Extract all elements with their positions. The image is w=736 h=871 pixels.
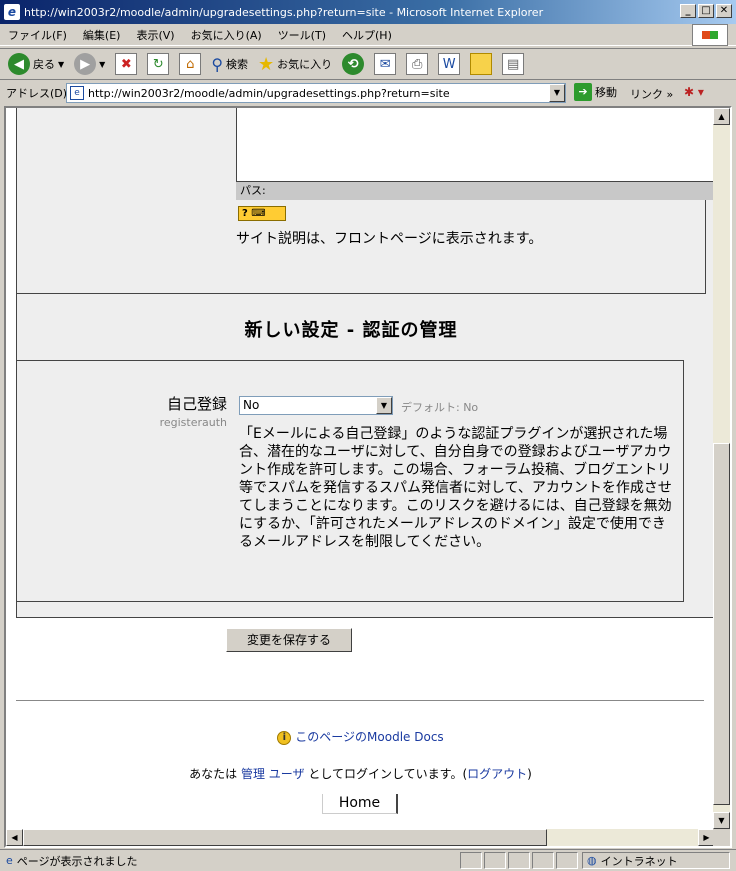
page-status-icon: e (6, 854, 13, 867)
title-bar: e http://win2003r2/moodle/admin/upgrades… (0, 0, 736, 24)
chevron-down-icon: ▼ (376, 397, 392, 414)
menu-view[interactable]: 表示(V) (136, 27, 174, 43)
scrollbar-corner (713, 829, 730, 846)
links-button[interactable]: リンク » (630, 86, 673, 102)
registerauth-select[interactable]: No ▼ (239, 396, 393, 415)
maximize-button[interactable]: □ (698, 4, 714, 18)
vertical-scrollbar[interactable]: ▲ ▼ (713, 108, 730, 829)
mail-icon[interactable]: ✉ (374, 53, 397, 75)
status-cell (484, 852, 506, 869)
docs-line: i このページのMoodle Docs (6, 728, 715, 745)
print-icon[interactable]: ⎙ (406, 53, 429, 75)
status-cell (460, 852, 482, 869)
menu-edit[interactable]: 編集(E) (83, 27, 121, 43)
help-badge-text: ? (242, 208, 252, 219)
edit-icon[interactable]: W (438, 53, 461, 75)
ie-icon: e (4, 4, 20, 20)
go-button[interactable]: ➔ 移動 (574, 83, 617, 101)
save-changes-button[interactable]: 変更を保存する (226, 628, 352, 652)
toolbar: ◀ 戻る ▼ ▶ ▼ ✖ ↻ ⌂ ⚲ 検索 ★ お気に入り ⟲ ✉ ⎙ W ▤ (0, 48, 736, 80)
research-icon[interactable]: ▤ (502, 53, 525, 75)
status-bar: e ページが表示されました ◍ イントラネット (0, 849, 736, 871)
setting-label: 自己登録 registerauth (27, 393, 227, 429)
info-icon: i (277, 730, 292, 745)
menu-bar: ファイル(F) 編集(E) 表示(V) お気に入り(A) ツール(T) ヘルプ(… (0, 24, 736, 46)
menu-tools[interactable]: ツール(T) (278, 27, 326, 43)
forward-button[interactable]: ▶ ▼ (74, 53, 105, 75)
select-value: No (243, 398, 260, 412)
divider (16, 700, 704, 701)
status-cells (460, 852, 578, 869)
refresh-icon[interactable]: ↻ (147, 53, 170, 75)
status-cell (508, 852, 530, 869)
section-title: 新しい設定 - 認証の管理 (244, 320, 458, 341)
search-label: 検索 (226, 58, 249, 71)
extension-icon[interactable]: ✱ ▾ (684, 85, 704, 99)
keyboard-help-icon[interactable]: ? ⌨ (238, 206, 286, 221)
search-icon: ⚲ (211, 54, 224, 74)
setting-name: 自己登録 (166, 395, 227, 413)
login-suffix: ) (527, 767, 532, 781)
scroll-up-icon[interactable]: ▲ (713, 108, 730, 125)
logout-link[interactable]: ログアウト (467, 767, 527, 781)
close-button[interactable]: ✕ (716, 4, 732, 18)
status-cell (532, 852, 554, 869)
vertical-scroll-thumb[interactable] (713, 443, 730, 805)
history-icon[interactable]: ⟲ (342, 53, 365, 75)
page-icon: e (70, 86, 84, 100)
menu-file[interactable]: ファイル(F) (8, 27, 67, 43)
scroll-left-icon[interactable]: ◀ (6, 829, 23, 846)
browser-viewport: パス: ? ⌨ サイト説明は、フロントページに表示されます。 新しい設定 - 認… (4, 106, 732, 848)
auth-settings-fieldset: 自己登録 registerauth No ▼ デフォルト: No 「Eメールによ… (16, 360, 684, 602)
favorites-button[interactable]: ★ お気に入り (258, 54, 332, 75)
favorites-label: お気に入り (277, 58, 333, 71)
address-input[interactable]: e http://win2003r2/moodle/admin/upgrades… (66, 83, 566, 103)
login-prefix: あなたは (189, 767, 241, 781)
star-icon: ★ (258, 53, 275, 75)
notes-icon[interactable] (470, 53, 493, 75)
html-editor[interactable] (236, 108, 716, 182)
address-dropdown-icon[interactable]: ▼ (549, 84, 565, 102)
default-value: デフォルト: No (401, 401, 479, 414)
address-bar: アドレス(D) e http://win2003r2/moodle/admin/… (0, 81, 736, 105)
menu-help[interactable]: ヘルプ(H) (342, 27, 392, 43)
horizontal-scroll-thumb[interactable] (23, 829, 547, 846)
setting-description: 「Eメールによる自己登録」のような認証プラグインが選択された場合、潜在的なユーザ… (239, 426, 672, 550)
login-info: あなたは 管理 ユーザ としてログインしています。(ログアウト) (6, 765, 715, 782)
address-label: アドレス(D) (6, 87, 68, 100)
back-arrow-icon: ◀ (8, 53, 30, 75)
site-description-text: サイト説明は、フロントページに表示されます。 (236, 231, 543, 247)
user-profile-link[interactable]: 管理 ユーザ (241, 767, 305, 781)
horizontal-scrollbar[interactable]: ◀ ▶ (6, 829, 715, 846)
address-url: http://win2003r2/moodle/admin/upgradeset… (88, 86, 450, 100)
page-content: パス: ? ⌨ サイト説明は、フロントページに表示されます。 新しい設定 - 認… (6, 108, 716, 829)
scroll-down-icon[interactable]: ▼ (713, 812, 730, 829)
home-icon[interactable]: ⌂ (179, 53, 202, 75)
editor-path-bar: パス: (236, 182, 716, 200)
home-link[interactable]: Home (322, 794, 398, 814)
go-label: 移動 (595, 86, 617, 99)
minimize-button[interactable]: _ (680, 4, 696, 18)
stop-icon[interactable]: ✖ (115, 53, 138, 75)
moodle-docs-link[interactable]: このページのMoodle Docs (295, 730, 443, 744)
status-text: ページが表示されました (16, 854, 138, 868)
security-zone: ◍ イントラネット (582, 852, 730, 869)
window-title: http://win2003r2/moodle/admin/upgradeset… (24, 5, 544, 19)
menu-favorites[interactable]: お気に入り(A) (191, 27, 262, 43)
status-cell (556, 852, 578, 869)
windows-logo-icon (692, 24, 728, 46)
zone-label: イントラネット (600, 854, 678, 868)
globe-icon: ◍ (587, 854, 597, 867)
back-button[interactable]: ◀ 戻る ▼ (8, 53, 64, 75)
login-mid: としてログインしています。( (304, 767, 468, 781)
back-label: 戻る (33, 58, 55, 71)
setting-key: registerauth (159, 416, 227, 429)
go-arrow-icon: ➔ (574, 83, 592, 101)
forward-arrow-icon: ▶ (74, 53, 97, 75)
search-button[interactable]: ⚲ 検索 (211, 55, 248, 74)
